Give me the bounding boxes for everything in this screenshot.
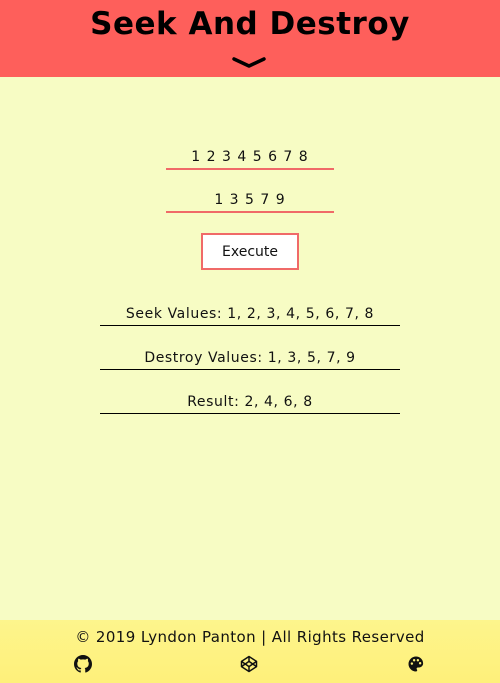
destroy-input[interactable]: [166, 189, 334, 213]
header: Seek And Destroy: [0, 0, 500, 77]
github-icon[interactable]: [74, 655, 92, 673]
palette-icon[interactable]: [407, 655, 425, 673]
execute-button[interactable]: Execute: [201, 233, 299, 270]
seek-values-output: Seek Values: 1, 2, 3, 4, 5, 6, 7, 8: [100, 303, 400, 326]
result-output: Result: 2, 4, 6, 8: [100, 391, 400, 414]
codepen-icon[interactable]: [240, 655, 258, 673]
page-title: Seek And Destroy: [90, 6, 410, 42]
seek-input[interactable]: [166, 146, 334, 170]
copyright-text: © 2019 Lyndon Panton | All Rights Reserv…: [75, 628, 425, 646]
chevron-down-icon[interactable]: [232, 57, 266, 69]
footer: © 2019 Lyndon Panton | All Rights Reserv…: [0, 620, 500, 683]
destroy-values-output: Destroy Values: 1, 3, 5, 7, 9: [100, 347, 400, 370]
